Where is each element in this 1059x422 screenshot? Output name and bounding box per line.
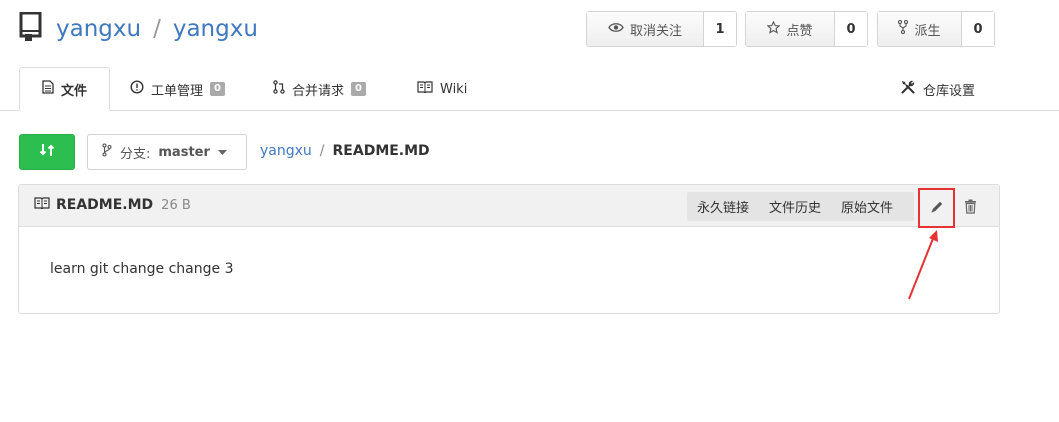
breadcrumb-separator: / (319, 143, 325, 159)
breadcrumb-root-link[interactable]: yangxu (260, 143, 312, 159)
tab-wiki-label: Wiki (440, 81, 468, 97)
file-name: README.MD (56, 197, 154, 213)
book-icon (417, 81, 433, 97)
tab-wiki[interactable]: Wiki (417, 67, 467, 111)
tab-pull-requests-label: 合并请求 (292, 83, 345, 99)
tab-pull-requests[interactable]: 合并请求 0 (273, 67, 366, 111)
caret-down-icon (217, 145, 227, 160)
watch-button-group: 取消关注 1 (586, 11, 737, 47)
compare-button[interactable] (19, 134, 75, 170)
pencil-icon (930, 199, 944, 218)
unwatch-button[interactable]: 取消关注 (587, 12, 704, 46)
pull-requests-count-badge: 0 (351, 82, 366, 96)
repo-icon (19, 11, 43, 42)
trash-icon (964, 199, 977, 218)
tab-files[interactable]: 文件 (19, 67, 110, 111)
tools-icon (900, 79, 916, 99)
star-icon (767, 20, 781, 38)
issue-icon (130, 80, 144, 98)
tab-settings-label: 仓库设置 (923, 83, 976, 99)
sync-icon (39, 142, 55, 162)
fork-label: 派生 (914, 23, 941, 39)
delete-file-button[interactable] (960, 198, 980, 218)
breadcrumb: yangxu / README.MD (260, 143, 430, 159)
file-actions: 永久链接 文件历史 原始文件 (687, 192, 914, 221)
file-size: 26 B (161, 197, 191, 213)
watch-count[interactable]: 1 (704, 12, 736, 46)
fork-icon (898, 19, 909, 38)
file-icon (42, 80, 54, 98)
edit-file-button[interactable] (918, 188, 955, 228)
branch-name: master (158, 144, 210, 160)
star-button[interactable]: 点赞 (746, 12, 835, 46)
history-button[interactable]: 文件历史 (759, 197, 831, 216)
fork-button[interactable]: 派生 (878, 12, 962, 46)
repo-title: yangxu / yangxu (56, 14, 258, 44)
book-icon (34, 197, 50, 213)
issues-count-badge: 0 (210, 82, 225, 96)
fork-count[interactable]: 0 (962, 12, 994, 46)
star-count[interactable]: 0 (835, 12, 867, 46)
fork-button-group: 派生 0 (877, 11, 995, 47)
tab-issues-label: 工单管理 (151, 83, 204, 99)
permalink-button[interactable]: 永久链接 (687, 197, 759, 216)
branch-selector[interactable]: 分支: master (87, 134, 247, 170)
annotation-arrow (908, 230, 938, 300)
breadcrumb-current: README.MD (332, 143, 430, 159)
tab-issues[interactable]: 工单管理 0 (130, 67, 225, 111)
tab-settings[interactable]: 仓库设置 (900, 67, 975, 111)
branch-prefix: 分支: (120, 146, 151, 162)
repo-name-link[interactable]: yangxu (173, 16, 258, 42)
raw-button[interactable]: 原始文件 (831, 197, 903, 216)
tab-files-label: 文件 (60, 83, 87, 99)
file-title: README.MD 26 B (34, 197, 191, 213)
repo-title-separator: / (153, 16, 161, 42)
branch-icon (102, 143, 112, 161)
star-label: 点赞 (786, 23, 813, 39)
unwatch-label: 取消关注 (629, 23, 682, 39)
eye-icon (608, 22, 624, 37)
file-content: learn git change change 3 (50, 261, 234, 277)
star-button-group: 点赞 0 (745, 11, 868, 47)
repo-owner-link[interactable]: yangxu (56, 16, 141, 42)
pull-request-icon (273, 80, 285, 98)
